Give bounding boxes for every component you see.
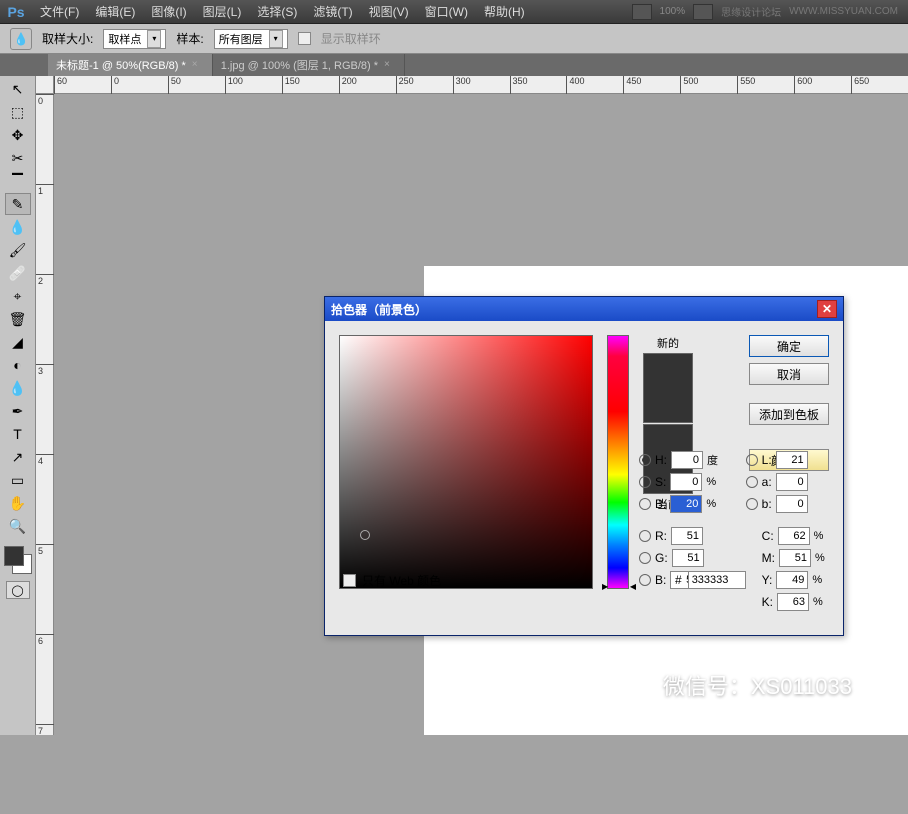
rgb-b-radio[interactable]	[639, 574, 651, 586]
watermark-site-label: 思缘设计论坛	[721, 4, 781, 19]
color-swatches[interactable]	[4, 546, 32, 574]
history-brush-tool[interactable]: ⌖	[5, 285, 31, 307]
menubar: Ps 文件(F) 编辑(E) 图像(I) 图层(L) 选择(S) 滤镜(T) 视…	[0, 0, 908, 24]
add-swatch-button[interactable]: 添加到色板	[749, 403, 829, 425]
doc-tab-1[interactable]: 未标题-1 @ 50%(RGB/8) *×	[48, 54, 213, 76]
lasso-tool[interactable]: ✥	[5, 124, 31, 146]
color-field-marker[interactable]	[360, 530, 370, 540]
k-input[interactable]	[777, 593, 809, 611]
s-input[interactable]	[670, 473, 702, 491]
hex-label: #	[675, 573, 682, 587]
quick-mask-button[interactable]: ◯	[6, 581, 30, 599]
ruler-origin[interactable]	[36, 76, 54, 94]
ruler-vertical[interactable]: 01234567	[36, 94, 54, 735]
close-icon[interactable]: ×	[384, 59, 396, 71]
doc-tab-2[interactable]: 1.jpg @ 100% (图层 1, RGB/8) *×	[213, 54, 405, 76]
a-input[interactable]	[776, 473, 808, 491]
menu-file[interactable]: 文件(F)	[32, 3, 87, 20]
color-picker-dialog: 拾色器（前景色） ✕ 新的 当前 确定 取消	[324, 296, 844, 636]
r-radio[interactable]	[639, 530, 651, 542]
a-radio[interactable]	[746, 476, 758, 488]
move-tool[interactable]: ↖	[5, 78, 31, 100]
g-radio[interactable]	[639, 552, 651, 564]
c-input[interactable]	[778, 527, 810, 545]
sample-size-combo[interactable]: 取样点▾	[103, 29, 166, 49]
crop-tool[interactable]: ▔	[5, 170, 31, 192]
watermark-site-url: WWW.MISSYUAN.COM	[789, 6, 898, 17]
cancel-button[interactable]: 取消	[749, 363, 829, 385]
l-radio[interactable]	[746, 454, 758, 466]
h-radio[interactable]	[639, 454, 651, 466]
screen-mode-dropdown[interactable]	[632, 4, 652, 20]
b-input[interactable]	[670, 495, 702, 513]
eraser-tool[interactable]: 🗑	[5, 308, 31, 330]
b-radio[interactable]	[639, 498, 651, 510]
ok-button[interactable]: 确定	[749, 335, 829, 357]
menu-filter[interactable]: 滤镜(T)	[305, 3, 360, 20]
sample-size-label: 取样大小:	[42, 30, 93, 47]
menu-select[interactable]: 选择(S)	[249, 3, 305, 20]
stamp-tool[interactable]: 🩹	[5, 262, 31, 284]
eyedropper-tool[interactable]: ✎	[5, 193, 31, 215]
hue-slider-thumb[interactable]	[602, 582, 636, 590]
menu-edit[interactable]: 编辑(E)	[87, 3, 143, 20]
blur-tool[interactable]: ◐	[5, 354, 31, 376]
close-icon[interactable]: ×	[192, 59, 204, 71]
h-input[interactable]	[671, 451, 703, 469]
menu-layer[interactable]: 图层(L)	[195, 3, 250, 20]
menu-image[interactable]: 图像(I)	[143, 3, 194, 20]
l-input[interactable]	[776, 451, 808, 469]
document-tabs: 未标题-1 @ 50%(RGB/8) *× 1.jpg @ 100% (图层 1…	[0, 54, 908, 76]
menu-window[interactable]: 窗口(W)	[417, 3, 476, 20]
dialog-titlebar[interactable]: 拾色器（前景色） ✕	[325, 297, 843, 321]
r-input[interactable]	[671, 527, 703, 545]
view-dropdown[interactable]	[693, 4, 713, 20]
gradient-tool[interactable]: ◢	[5, 331, 31, 353]
app-logo: Ps	[0, 0, 32, 24]
type-tool[interactable]: T	[5, 423, 31, 445]
web-only-checkbox[interactable]	[343, 574, 356, 587]
hand-tool[interactable]: ✋	[5, 492, 31, 514]
show-sample-ring-label: 显示取样环	[321, 30, 381, 47]
web-only-label: 只有 Web 颜色	[362, 572, 441, 589]
m-input[interactable]	[779, 549, 811, 567]
zoom-tool[interactable]: 🔍	[5, 515, 31, 537]
magic-wand-tool[interactable]: ✂	[5, 147, 31, 169]
show-sample-ring-checkbox[interactable]	[298, 32, 311, 45]
hex-input[interactable]	[688, 571, 746, 589]
sample-layers-combo[interactable]: 所有图层▾	[214, 29, 288, 49]
lab-b-input[interactable]	[776, 495, 808, 513]
pen-tool[interactable]: ✒	[5, 400, 31, 422]
brush-tool[interactable]: 🖌	[5, 239, 31, 261]
close-button[interactable]: ✕	[817, 300, 837, 318]
lab-b-radio[interactable]	[746, 498, 758, 510]
healing-tool[interactable]: 💧	[5, 216, 31, 238]
toolbox: ↖ ⬚ ✥ ✂ ▔ ✎ 💧 🖌 🩹 ⌖ 🗑 ◢ ◐ 💧 ✒ T ↗ ▭ ✋ 🔍 …	[0, 76, 36, 735]
zoom-level[interactable]: 100%	[660, 6, 686, 17]
options-bar: 💧 取样大小: 取样点▾ 样本: 所有图层▾ 显示取样环	[0, 24, 908, 54]
sample-label: 样本:	[176, 30, 203, 47]
shape-tool[interactable]: ▭	[5, 469, 31, 491]
eyedropper-tool-icon[interactable]: 💧	[10, 28, 32, 50]
foreground-color-swatch[interactable]	[4, 546, 24, 566]
wechat-icon	[621, 669, 653, 701]
watermark: 微信号：XS011033	[621, 669, 852, 701]
path-select-tool[interactable]: ↗	[5, 446, 31, 468]
s-radio[interactable]	[639, 476, 651, 488]
marquee-tool[interactable]: ⬚	[5, 101, 31, 123]
hue-slider[interactable]	[607, 335, 629, 589]
ruler-horizontal[interactable]: 6005010015020025030035040045050055060065…	[54, 76, 908, 94]
menu-view[interactable]: 视图(V)	[361, 3, 417, 20]
color-field[interactable]	[339, 335, 593, 589]
menu-help[interactable]: 帮助(H)	[476, 3, 533, 20]
dodge-tool[interactable]: 💧	[5, 377, 31, 399]
new-color-label: 新的	[657, 335, 679, 351]
new-color-swatch	[643, 353, 693, 423]
canvas-area: 6005010015020025030035040045050055060065…	[36, 76, 908, 735]
y-input[interactable]	[776, 571, 808, 589]
g-input[interactable]	[672, 549, 704, 567]
